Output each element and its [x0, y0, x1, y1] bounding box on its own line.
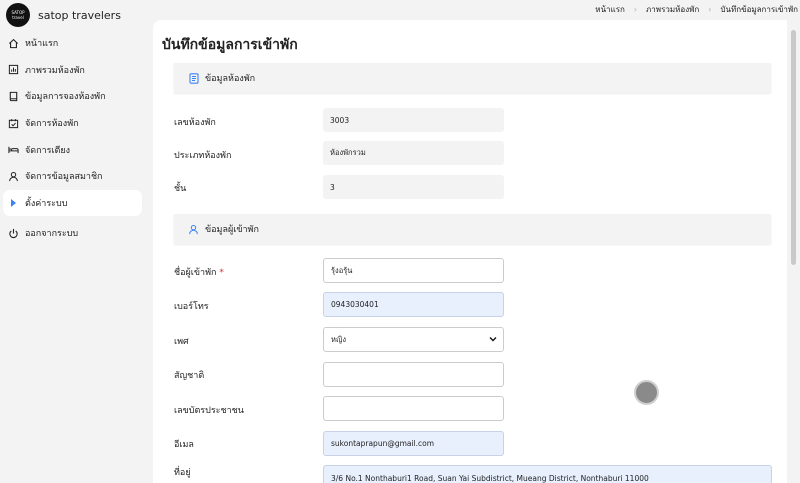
email-label: อีเมล	[174, 440, 194, 450]
sidebar-item-booking-info[interactable]: ข้อมูลการจองห้องพัก	[0, 83, 152, 110]
sidebar-item-manage-beds[interactable]: จัดการเตียง	[0, 136, 152, 163]
power-icon	[8, 228, 19, 239]
id-card-label: เลขบัตรประชาชน	[174, 406, 244, 416]
calendar-check-icon	[8, 118, 19, 129]
brand[interactable]: SATOP travel satop travelers	[0, 0, 152, 30]
sidebar-item-logout[interactable]: ออกจากระบบ	[0, 220, 152, 247]
gender-select[interactable]: หญิง	[323, 327, 504, 352]
email-input[interactable]: sukontaprapun@gmail.com	[323, 431, 504, 456]
sidebar-item-label: ข้อมูลการจองห้องพัก	[25, 92, 106, 103]
room-type-label: ประเภทห้องพัก	[174, 151, 232, 161]
floating-action-button[interactable]	[634, 380, 659, 405]
guest-name-label: ชื่อผู้เข้าพัก *	[174, 268, 224, 278]
sidebar-item-label: จัดการข้อมูลสมาชิก	[25, 172, 103, 183]
sidebar-item-label: จัดการห้องพัก	[25, 119, 79, 130]
breadcrumb: หน้าแรก › ภาพรวมห้องพัก › บันทึกข้อมูลกา…	[595, 0, 798, 18]
phone-label: เบอร์โทร	[174, 302, 209, 312]
gender-label: เพศ	[174, 337, 189, 347]
sidebar-item-label: ตั้งค่าระบบ	[25, 198, 68, 209]
room-info-header: ข้อมูลห้องพัก	[174, 63, 771, 93]
floor-label: ชั้น	[174, 184, 187, 194]
sidebar-item-room-overview[interactable]: ภาพรวมห้องพัก	[0, 57, 152, 84]
room-type-field: ห้องพักรวม	[323, 141, 504, 165]
address-textarea[interactable]: 3/6 No.1 Nonthaburi1 Road, Suan Yai Subd…	[323, 465, 772, 483]
book-icon	[8, 91, 19, 102]
user-icon	[188, 224, 199, 235]
floor-field: 3	[323, 175, 504, 199]
sidebar-item-settings[interactable]: ตั้งค่าระบบ	[3, 189, 142, 217]
room-number-label: เลขห้องพัก	[174, 118, 216, 128]
nationality-label: สัญชาติ	[174, 371, 205, 381]
app-name: satop travelers	[38, 8, 121, 22]
user-icon	[8, 171, 19, 182]
guest-name-input[interactable]: รุ้งอรุ้น	[323, 258, 504, 283]
sidebar-item-label: จัดการเตียง	[25, 145, 71, 156]
breadcrumb-current: บันทึกข้อมูลการเข้าพัก	[720, 4, 798, 14]
sidebar: SATOP travel satop travelers หน้าแรก ภาพ…	[0, 0, 152, 483]
app-logo: SATOP travel	[6, 3, 30, 27]
page-title: บันทึกข้อมูลการเข้าพัก	[162, 37, 298, 53]
guest-info-heading: ข้อมูลผู้เข้าพัก	[205, 225, 259, 235]
phone-input[interactable]: 0943030401	[323, 292, 504, 317]
sidebar-item-label: หน้าแรก	[25, 39, 59, 50]
scrollbar-thumb[interactable]	[791, 30, 796, 265]
chevron-right-icon: ›	[708, 4, 712, 14]
chevron-right-icon: ›	[633, 4, 638, 14]
main-content: บันทึกข้อมูลการเข้าพัก ข้อมูลห้องพัก เลข…	[153, 20, 787, 483]
required-mark: *	[219, 268, 224, 278]
sidebar-item-label: ภาพรวมห้องพัก	[25, 65, 85, 76]
id-card-input[interactable]	[323, 396, 504, 421]
caret-right-icon	[8, 197, 19, 208]
bed-icon	[8, 144, 19, 155]
chart-icon	[8, 64, 19, 75]
sidebar-item-manage-members[interactable]: จัดการข้อมูลสมาชิก	[0, 163, 152, 190]
sidebar-nav: หน้าแรก ภาพรวมห้องพัก ข้อมูลการจองห้องพั…	[0, 30, 152, 247]
nationality-input[interactable]	[323, 362, 504, 387]
room-info-heading: ข้อมูลห้องพัก	[205, 74, 256, 84]
breadcrumb-room-overview[interactable]: ภาพรวมห้องพัก	[646, 3, 699, 16]
chevron-down-icon	[489, 335, 497, 344]
document-icon	[188, 72, 199, 84]
gender-selected-value: หญิง	[331, 334, 346, 344]
address-label: ที่อยู่	[174, 468, 191, 478]
sidebar-item-manage-rooms[interactable]: จัดการห้องพัก	[0, 110, 152, 137]
guest-info-header: ข้อมูลผู้เข้าพัก	[174, 214, 771, 244]
scrollbar[interactable]	[787, 20, 800, 483]
breadcrumb-home[interactable]: หน้าแรก	[595, 3, 625, 16]
room-number-field: 3003	[323, 108, 504, 132]
home-icon	[8, 38, 19, 49]
sidebar-item-label: ออกจากระบบ	[25, 229, 79, 240]
sidebar-item-home[interactable]: หน้าแรก	[0, 30, 152, 57]
